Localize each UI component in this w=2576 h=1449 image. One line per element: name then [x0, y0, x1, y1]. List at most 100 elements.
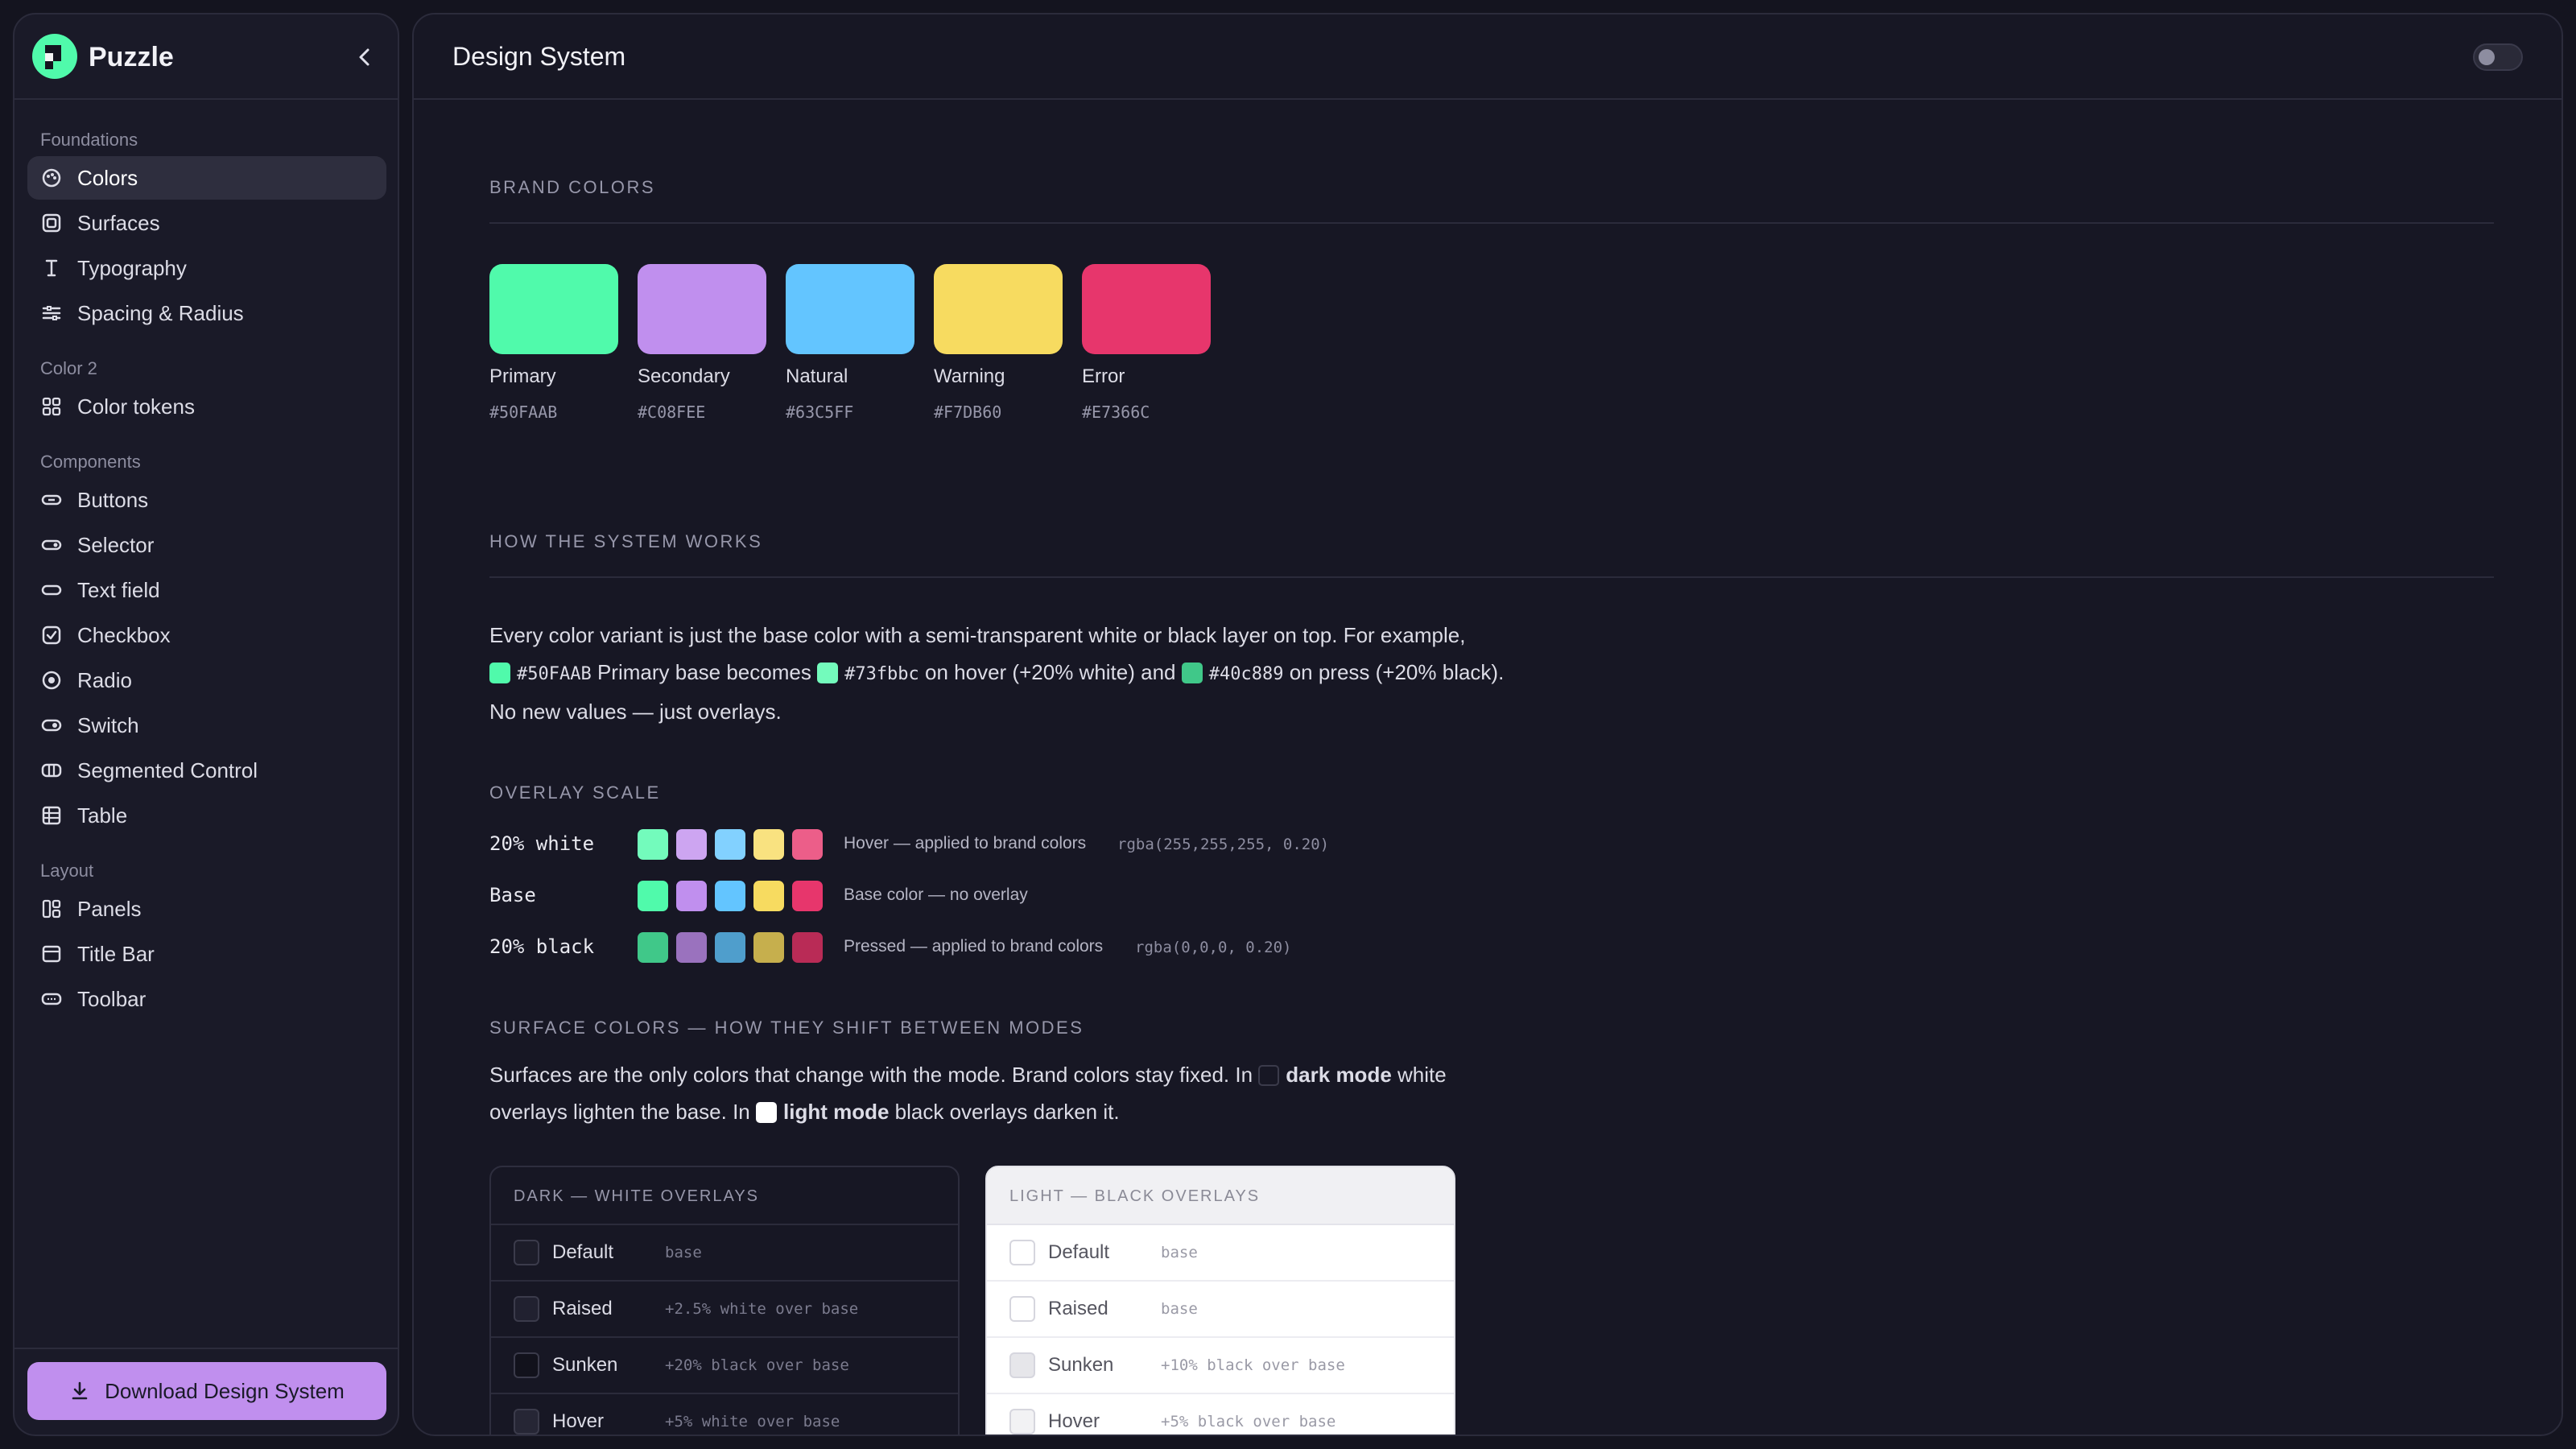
surface-swatch: [514, 1409, 539, 1435]
sidebar-item-surfaces[interactable]: Surfaces: [27, 201, 386, 245]
surface-desc: base: [1161, 1300, 1198, 1318]
download-icon: [72, 1381, 88, 1400]
surface-name: Sunken: [552, 1354, 618, 1376]
swatch-name: Error: [1082, 365, 1125, 387]
overlay-swatch: [638, 881, 668, 911]
overlay-swatch: [638, 932, 668, 963]
checkbox-icon: [42, 625, 61, 645]
palette-icon: [42, 168, 61, 188]
surface-desc: +2.5% white over base: [665, 1300, 859, 1318]
dark-mode-chip: [1258, 1065, 1280, 1086]
surface-swatch: [514, 1296, 539, 1322]
sidebar-item-label: Surfaces: [77, 210, 160, 235]
table-row: Raised base: [987, 1282, 1454, 1338]
sidebar-item-typography[interactable]: Typography: [27, 246, 386, 290]
how-line-1: Every color variant is just the base col…: [489, 623, 1466, 647]
nav-group-title: Components: [40, 452, 141, 472]
title-bar-icon: [42, 945, 61, 963]
swatch-warning[interactable]: [934, 264, 1063, 354]
swatch-natural[interactable]: [786, 264, 914, 354]
square-layers-icon: [42, 213, 61, 233]
overlay-row-desc: Hover — applied to brand colors: [844, 834, 1087, 852]
sidebar-item-title-bar[interactable]: Title Bar: [27, 932, 386, 976]
surface-name: Raised: [1048, 1298, 1108, 1319]
how-text: on press (+20% black).: [1289, 660, 1505, 684]
toggle-knob: [2479, 49, 2495, 65]
surface-swatch: [1009, 1240, 1035, 1265]
swatch-name: Primary: [489, 365, 556, 387]
sidebar-item-segmented-control[interactable]: Segmented Control: [27, 749, 386, 792]
swatch-error[interactable]: [1082, 264, 1211, 354]
surface-desc: +5% black over base: [1161, 1413, 1336, 1430]
swatch-primary[interactable]: [489, 264, 618, 354]
nav-group-title: Layout: [40, 861, 94, 881]
sidebar-item-buttons[interactable]: Buttons: [27, 478, 386, 522]
light-mode-chip: [756, 1102, 777, 1123]
overlay-swatch: [715, 881, 745, 911]
sidebar-item-toolbar[interactable]: Toolbar: [27, 977, 386, 1021]
hex-code: #40c889: [1208, 664, 1284, 684]
sidebar-item-selector[interactable]: Selector: [27, 523, 386, 567]
overlay-swatch: [753, 932, 784, 963]
radio-icon: [42, 671, 61, 690]
overlay-row-desc: Base color — no overlay: [844, 886, 1028, 904]
swatch-name: Natural: [786, 365, 848, 387]
sidebar-item-label: Text field: [77, 577, 160, 602]
section-title-overlay-scale: OVERLAY SCALE: [489, 782, 661, 803]
surface-swatch: [514, 1352, 539, 1378]
surface-desc: +10% black over base: [1161, 1356, 1345, 1374]
sidebar-item-label: Title Bar: [77, 941, 155, 966]
sidebar-item-label: Checkbox: [77, 622, 171, 647]
table-row: Hover +5% black over base: [987, 1394, 1454, 1435]
swatch-name: Warning: [934, 365, 1005, 387]
sidebar-item-text-field[interactable]: Text field: [27, 568, 386, 612]
divider: [489, 576, 2494, 578]
swatch-hex: #E7366C: [1082, 402, 1150, 422]
divider: [489, 222, 2494, 224]
sidebar-item-table[interactable]: Table: [27, 794, 386, 837]
surface-name: Sunken: [1048, 1354, 1114, 1376]
sidebar: Puzzle Foundations Colors Surfaces Typog…: [13, 13, 399, 1436]
surface-swatch: [514, 1240, 539, 1265]
overlay-swatch: [676, 829, 707, 860]
surface-swatch: [1009, 1296, 1035, 1322]
nav-group-title: Foundations: [40, 130, 138, 150]
light-mode-label: light mode: [783, 1100, 890, 1124]
surface-swatch: [1009, 1409, 1035, 1435]
sidebar-item-color-tokens[interactable]: Color tokens: [27, 385, 386, 428]
table-header: LIGHT — BLACK OVERLAYS: [987, 1167, 1454, 1225]
sidebar-item-colors[interactable]: Colors: [27, 156, 386, 200]
collapse-sidebar-button[interactable]: [353, 45, 377, 69]
grid-icon: [42, 397, 61, 416]
swatch-hex: #F7DB60: [934, 402, 1002, 422]
swatch-secondary[interactable]: [638, 264, 766, 354]
table-row: Sunken +10% black over base: [987, 1338, 1454, 1394]
overlay-row-desc: Pressed — applied to brand colors: [844, 937, 1104, 956]
surface-text: Surfaces are the only colors that change…: [489, 1063, 1253, 1087]
color-chip: [489, 663, 510, 683]
sidebar-item-checkbox[interactable]: Checkbox: [27, 613, 386, 657]
surface-desc: base: [665, 1244, 702, 1261]
puzzle-logo-icon: [32, 34, 77, 79]
surface-paragraph: Surfaces are the only colors that change…: [489, 1056, 1480, 1130]
overlay-row-code: rgba(255,255,255, 0.20): [1117, 836, 1330, 853]
selector-icon: [41, 539, 62, 551]
surface-desc: base: [1161, 1244, 1198, 1261]
color-chip: [1181, 663, 1203, 683]
table-header: DARK — WHITE OVERLAYS: [491, 1167, 958, 1225]
sidebar-item-radio[interactable]: Radio: [27, 658, 386, 702]
sidebar-item-panels[interactable]: Panels: [27, 887, 386, 931]
sidebar-item-label: Selector: [77, 532, 155, 557]
download-design-system-button[interactable]: Download Design System: [27, 1362, 386, 1420]
surface-swatch: [1009, 1352, 1035, 1378]
how-paragraph: Every color variant is just the base col…: [489, 617, 1616, 730]
surface-text: black overlays darken it.: [894, 1100, 1120, 1124]
sidebar-item-label: Table: [77, 803, 128, 828]
sidebar-footer: Download Design System: [14, 1348, 398, 1435]
sidebar-item-spacing-radius[interactable]: Spacing & Radius: [27, 291, 386, 335]
swatch-name: Secondary: [638, 365, 730, 387]
main-panel: Design System BRAND COLORS Primary #50FA…: [412, 13, 2563, 1436]
sliders-icon: [42, 306, 61, 320]
sidebar-item-switch[interactable]: Switch: [27, 704, 386, 747]
theme-toggle[interactable]: [2473, 43, 2523, 71]
